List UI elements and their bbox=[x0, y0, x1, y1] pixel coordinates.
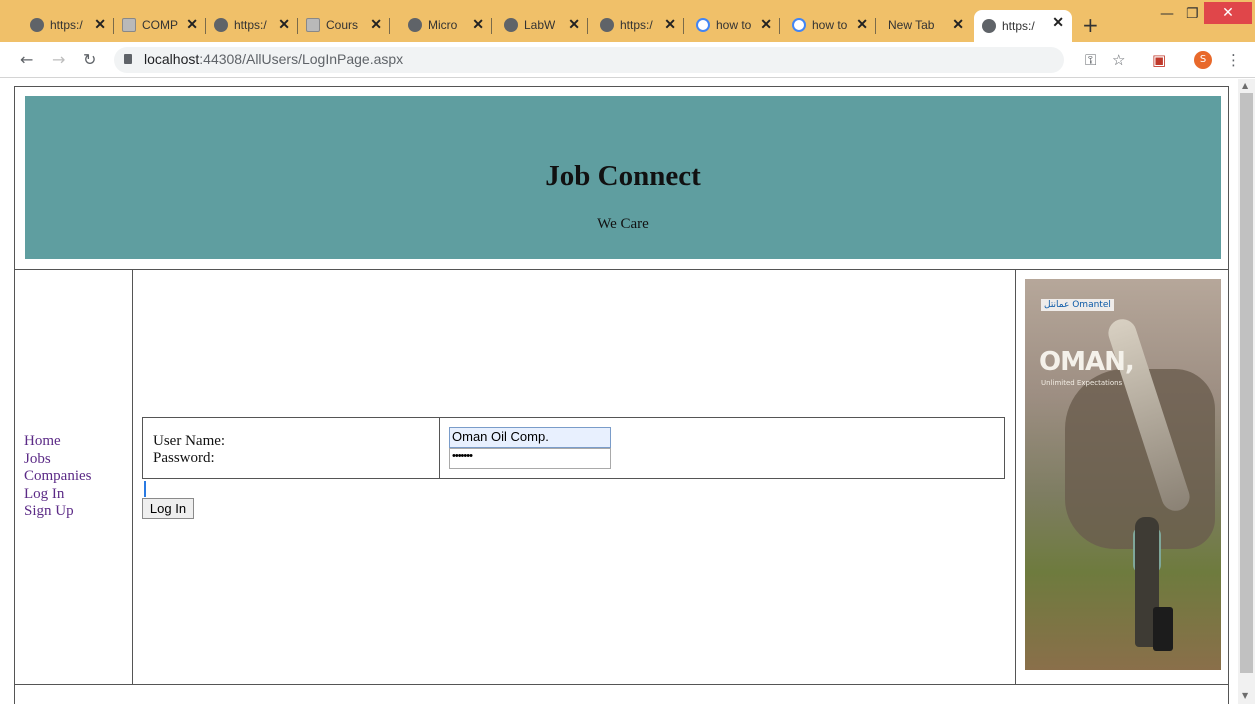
page-viewport: Job Connect We Care Home Jobs Companies … bbox=[0, 79, 1238, 704]
google-icon bbox=[792, 18, 806, 32]
divider bbox=[1015, 269, 1016, 684]
password-label: Password: bbox=[153, 450, 215, 466]
tab-label: https:/ bbox=[234, 18, 267, 32]
login-form: User Name: Password: Oman Oil Comp. ••••… bbox=[142, 417, 1005, 479]
omantel-logo: عمانتل Omantel bbox=[1041, 299, 1114, 311]
username-label: User Name: bbox=[153, 433, 226, 449]
close-tab-icon[interactable]: ✕ bbox=[856, 16, 868, 33]
layout-table: Job Connect We Care Home Jobs Companies … bbox=[14, 86, 1229, 704]
browser-tab[interactable]: https:/ ✕ bbox=[206, 12, 298, 38]
side-nav: Home Jobs Companies Log In Sign Up bbox=[24, 433, 92, 521]
forward-icon[interactable]: → bbox=[52, 50, 65, 69]
address-bar-row: ← → ↻ localhost:44308/AllUsers/LogInPage… bbox=[0, 42, 1255, 78]
divider bbox=[132, 269, 133, 684]
browser-tab-active[interactable]: https:/ ✕ bbox=[974, 10, 1072, 42]
advertisement-image[interactable]: عمانتل Omantel OMAN, Unlimited Expectati… bbox=[1025, 279, 1221, 670]
globe-icon bbox=[214, 18, 228, 32]
text-caret bbox=[144, 481, 146, 497]
scroll-down-icon[interactable]: ▼ bbox=[1242, 691, 1248, 700]
google-icon bbox=[696, 18, 710, 32]
close-tab-icon[interactable]: ✕ bbox=[760, 16, 772, 33]
divider bbox=[439, 418, 440, 478]
reload-icon[interactable]: ↻ bbox=[83, 50, 96, 69]
close-tab-icon[interactable]: ✕ bbox=[186, 16, 198, 33]
restore-icon[interactable]: ❐ bbox=[1186, 6, 1199, 22]
browser-tab[interactable]: COMP ✕ bbox=[114, 12, 206, 38]
profile-avatar[interactable]: S bbox=[1194, 51, 1212, 69]
back-icon[interactable]: ← bbox=[20, 50, 33, 69]
url-host: localhost bbox=[144, 51, 200, 67]
tab-label: how to bbox=[812, 18, 848, 32]
nav-link-companies[interactable]: Companies bbox=[24, 468, 92, 486]
nav-link-home[interactable]: Home bbox=[24, 433, 92, 451]
tab-label: New Tab bbox=[888, 18, 935, 32]
nav-link-login[interactable]: Log In bbox=[24, 486, 92, 504]
browser-tab[interactable]: LabW ✕ bbox=[496, 12, 588, 38]
close-tab-icon[interactable]: ✕ bbox=[94, 16, 106, 33]
close-tab-icon[interactable]: ✕ bbox=[1052, 14, 1064, 31]
globe-icon bbox=[408, 18, 422, 32]
key-icon[interactable]: ⚿ bbox=[1085, 51, 1096, 69]
close-tab-icon[interactable]: ✕ bbox=[664, 16, 676, 33]
password-input[interactable]: ••••••• bbox=[449, 448, 611, 469]
browser-tab[interactable]: https:/ ✕ bbox=[592, 12, 684, 38]
login-button[interactable]: Log In bbox=[142, 498, 194, 519]
divider bbox=[15, 269, 1228, 270]
minimize-icon[interactable]: — bbox=[1160, 6, 1174, 22]
scrollbar-thumb[interactable] bbox=[1240, 93, 1253, 673]
tab-label: https:/ bbox=[1002, 19, 1035, 33]
close-tab-icon[interactable]: ✕ bbox=[278, 16, 290, 33]
vertical-scrollbar[interactable]: ▲ ▼ bbox=[1238, 79, 1255, 704]
globe-icon bbox=[504, 18, 518, 32]
globe-icon bbox=[600, 18, 614, 32]
globe-icon bbox=[982, 19, 996, 33]
url-path: :44308/AllUsers/LogInPage.aspx bbox=[199, 51, 404, 67]
ad-subline: Unlimited Expectations bbox=[1041, 379, 1123, 387]
lock-icon bbox=[124, 54, 132, 64]
tab-label: COMP bbox=[142, 18, 178, 32]
username-input[interactable]: Oman Oil Comp. bbox=[449, 427, 611, 448]
close-tab-icon[interactable]: ✕ bbox=[370, 16, 382, 33]
window-close-icon[interactable]: ✕ bbox=[1204, 2, 1252, 24]
browser-tab[interactable]: New Tab ✕ bbox=[880, 12, 972, 38]
browser-tab[interactable]: Cours ✕ bbox=[298, 12, 390, 38]
omnibox[interactable]: localhost:44308/AllUsers/LogInPage.aspx bbox=[114, 47, 1064, 73]
close-tab-icon[interactable]: ✕ bbox=[568, 16, 580, 33]
login-labels: User Name: Password: bbox=[153, 433, 225, 467]
globe-icon bbox=[30, 18, 44, 32]
close-tab-icon[interactable]: ✕ bbox=[472, 16, 484, 33]
site-title: Job Connect bbox=[545, 160, 701, 192]
ad-headline: OMAN, bbox=[1039, 347, 1135, 377]
browser-tab[interactable]: Micro ✕ bbox=[400, 12, 492, 38]
tab-label: https:/ bbox=[620, 18, 653, 32]
tab-label: LabW bbox=[524, 18, 556, 32]
document-icon bbox=[122, 18, 136, 32]
browser-tab[interactable]: how to ✕ bbox=[688, 12, 780, 38]
browser-tab-strip: https:/ ✕ COMP ✕ https:/ ✕ Cours ✕ Micro… bbox=[0, 0, 1255, 42]
nav-link-jobs[interactable]: Jobs bbox=[24, 451, 92, 469]
document-icon bbox=[306, 18, 320, 32]
scroll-up-icon[interactable]: ▲ bbox=[1242, 81, 1248, 90]
new-tab-icon[interactable]: + bbox=[1082, 13, 1099, 37]
nav-link-signup[interactable]: Sign Up bbox=[24, 503, 92, 521]
menu-icon[interactable]: ⋮ bbox=[1226, 51, 1241, 69]
tab-label: Micro bbox=[428, 18, 458, 32]
divider bbox=[15, 684, 1228, 685]
browser-tab[interactable]: https:/ ✕ bbox=[22, 12, 114, 38]
tab-label: https:/ bbox=[50, 18, 83, 32]
browser-tab[interactable]: how to ✕ bbox=[784, 12, 876, 38]
url-text[interactable]: localhost:44308/AllUsers/LogInPage.aspx bbox=[144, 51, 403, 67]
tab-label: Cours bbox=[326, 18, 359, 32]
close-tab-icon[interactable]: ✕ bbox=[952, 16, 964, 33]
extension-icon[interactable]: ▣ bbox=[1152, 51, 1166, 69]
site-header: Job Connect We Care bbox=[25, 96, 1221, 259]
star-icon[interactable]: ☆ bbox=[1112, 51, 1125, 69]
tab-label: how to bbox=[716, 18, 752, 32]
ad-suitcase bbox=[1153, 607, 1173, 651]
site-tagline: We Care bbox=[597, 216, 649, 232]
